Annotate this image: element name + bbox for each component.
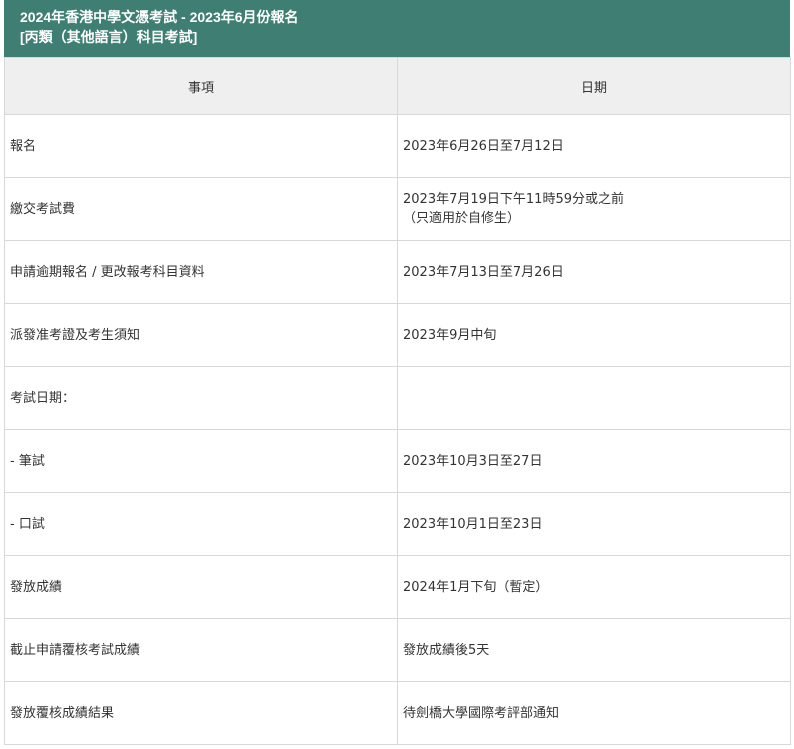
row-date-line: 發放成績後5天 [403,642,490,658]
table-row: 截止申請覆核考試成績 發放成績後5天 [4,618,791,682]
panel-title-line-1: 2024年香港中學文憑考試 - 2023年6月份報名 [20,9,299,25]
table-row: 考試日期： [4,366,791,430]
row-date: 發放成績後5天 [397,618,791,682]
row-item: 截止申請覆核考試成績 [4,618,398,682]
row-date: 2023年7月13日至7月26日 [397,240,791,304]
table-header-row: 事項 日期 [4,57,791,115]
schedule-panel: 2024年香港中學文憑考試 - 2023年6月份報名 [丙類（其他語言）科目考試… [4,0,791,745]
row-date-line: 2024年1月下旬（暫定） [403,579,549,595]
table-row: 發放覆核成績結果 待劍橋大學國際考評部通知 [4,681,791,745]
row-item: - 筆試 [4,429,398,493]
row-date-line: 2023年7月19日下午11時59分或之前 [403,192,624,207]
column-header-item: 事項 [4,57,398,115]
row-item: 發放覆核成績結果 [4,681,398,745]
row-date-line: 2023年10月3日至27日 [403,453,543,469]
row-item: - 口試 [4,492,398,556]
row-item: 繳交考試費 [4,177,398,241]
table-row: 繳交考試費 2023年7月19日下午11時59分或之前 （只適用於自修生） [4,177,791,241]
row-date-line: 2023年6月26日至7月12日 [403,138,564,154]
row-item: 考試日期： [4,366,398,430]
table-row: 派發准考證及考生須知 2023年9月中旬 [4,303,791,367]
row-date: 待劍橋大學國際考評部通知 [397,681,791,745]
row-date: 2024年1月下旬（暫定） [397,555,791,619]
row-date-line: 2023年9月中旬 [403,327,497,343]
row-date-line: 2023年7月13日至7月26日 [403,264,564,280]
row-item: 派發准考證及考生須知 [4,303,398,367]
panel-title-line-2: [丙類（其他語言）科目考試] [20,29,198,45]
row-date: 2023年10月3日至27日 [397,429,791,493]
row-date: 2023年6月26日至7月12日 [397,114,791,178]
row-item: 報名 [4,114,398,178]
row-date-note: （只適用於自修生） [403,211,521,226]
row-date [397,366,791,430]
row-date-line: 2023年10月1日至23日 [403,516,543,532]
row-date: 2023年9月中旬 [397,303,791,367]
row-item: 發放成績 [4,555,398,619]
row-date: 2023年7月19日下午11時59分或之前 （只適用於自修生） [397,177,791,241]
column-header-date: 日期 [397,57,791,115]
schedule-table: 事項 日期 報名 2023年6月26日至7月12日 繳交考試費 2023年7月1… [4,57,791,745]
row-date-line: 待劍橋大學國際考評部通知 [403,705,560,721]
table-row: - 筆試 2023年10月3日至27日 [4,429,791,493]
row-item: 申請逾期報名 / 更改報考科目資料 [4,240,398,304]
row-date: 2023年10月1日至23日 [397,492,791,556]
table-row: 申請逾期報名 / 更改報考科目資料 2023年7月13日至7月26日 [4,240,791,304]
table-row: 發放成績 2024年1月下旬（暫定） [4,555,791,619]
table-row: 報名 2023年6月26日至7月12日 [4,114,791,178]
panel-title: 2024年香港中學文憑考試 - 2023年6月份報名 [丙類（其他語言）科目考試… [4,0,790,57]
table-row: - 口試 2023年10月1日至23日 [4,492,791,556]
